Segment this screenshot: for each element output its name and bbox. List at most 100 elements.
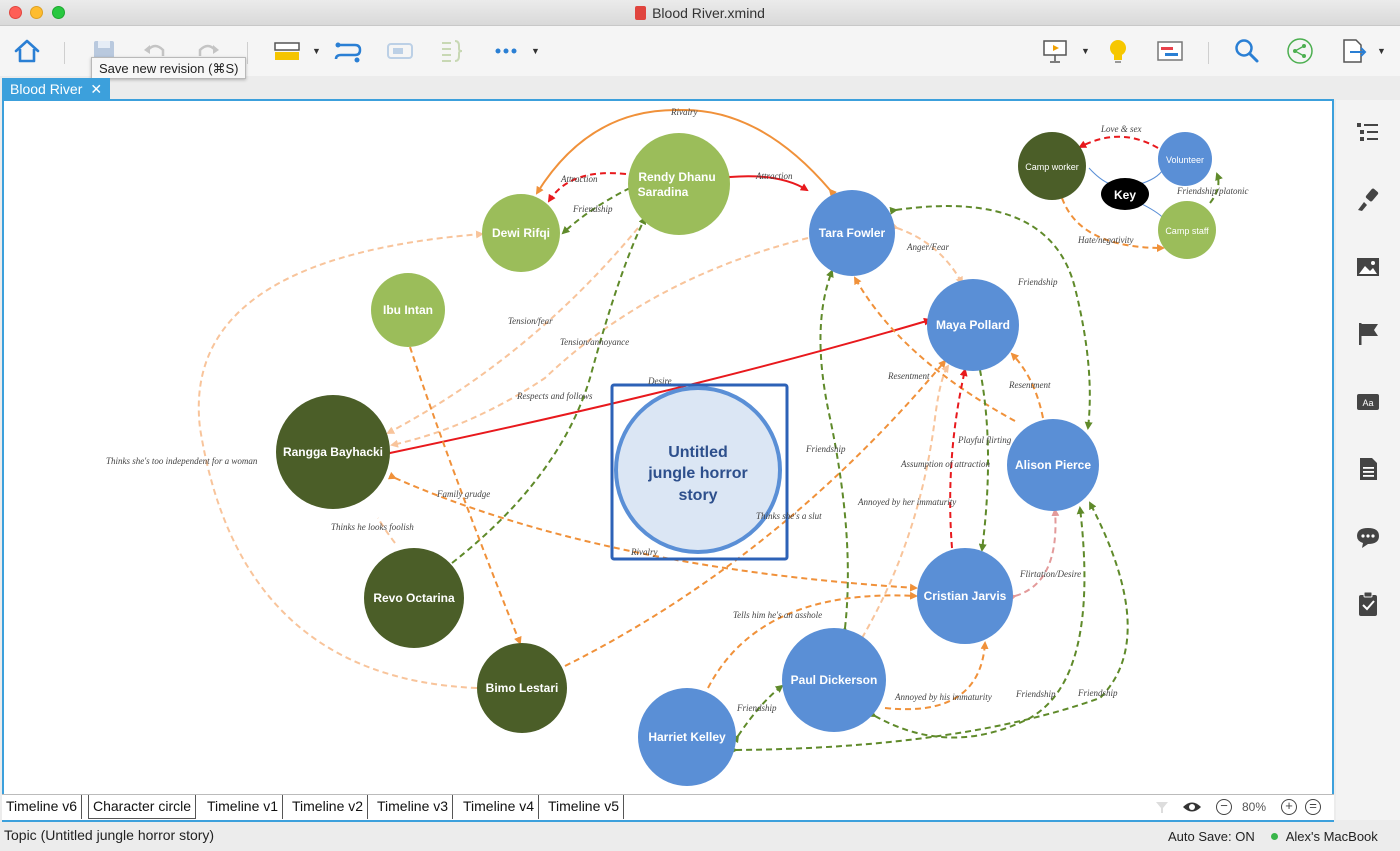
relationship-label: Thinks she's a slut xyxy=(756,511,822,521)
chevron-down-icon[interactable]: ▼ xyxy=(1081,46,1090,56)
character-node-maya[interactable]: Maya Pollard xyxy=(927,279,1019,371)
insert-topic-icon[interactable] xyxy=(272,36,302,66)
fit-map-icon[interactable]: = xyxy=(1305,799,1321,815)
central-topic-line1: Untitled xyxy=(668,444,728,461)
character-node-rendy[interactable]: Rendy Dhanu Saradina xyxy=(628,133,730,235)
character-node-bimo[interactable]: Bimo Lestari xyxy=(477,643,567,733)
window-title: Blood River.xmind xyxy=(0,5,1400,21)
relationship-label: Tension/fear xyxy=(508,316,553,326)
character-node-tara[interactable]: Tara Fowler xyxy=(809,190,895,276)
device-name: Alex's MacBook xyxy=(1285,829,1378,844)
relationship-label: Friendship xyxy=(1017,277,1058,287)
character-node-alison[interactable]: Alison Pierce xyxy=(1007,419,1099,511)
key-label: Camp worker xyxy=(1025,162,1079,172)
node-label: Rangga Bayhacki xyxy=(283,445,383,459)
zoom-in-icon[interactable]: + xyxy=(1281,799,1297,815)
gantt-icon[interactable] xyxy=(1155,36,1185,66)
mindmap-canvas[interactable]: Untitled jungle horror story Rendy Dhanu… xyxy=(2,99,1334,822)
chevron-down-icon[interactable]: ▼ xyxy=(531,46,540,56)
character-node-paul[interactable]: Paul Dickerson xyxy=(782,628,886,732)
boundary-icon[interactable] xyxy=(385,36,415,66)
eye-icon[interactable] xyxy=(1182,799,1202,815)
character-node-dewi[interactable]: Dewi Rifqi xyxy=(482,194,560,272)
relationship-label: Thinks he looks foolish xyxy=(331,522,414,532)
svg-text:Aa: Aa xyxy=(1362,398,1373,408)
relationship-label: Rivalry xyxy=(670,107,698,117)
image-icon[interactable] xyxy=(1354,253,1382,281)
character-node-ibu[interactable]: Ibu Intan xyxy=(371,273,445,347)
relationship-label: Family grudge xyxy=(436,489,490,499)
sheet-tab[interactable]: Timeline v4 xyxy=(459,795,540,819)
relationship-label: Flirtation/Desire xyxy=(1019,569,1081,579)
marker-flag-icon[interactable] xyxy=(1354,320,1382,348)
key-label: Volunteer xyxy=(1166,155,1204,165)
export-icon[interactable] xyxy=(1338,36,1368,66)
format-brush-icon[interactable] xyxy=(1354,186,1382,214)
character-node-rangga[interactable]: Rangga Bayhacki xyxy=(276,395,390,509)
home-icon[interactable] xyxy=(12,36,42,66)
save-tooltip: Save new revision (⌘S) xyxy=(91,57,247,79)
notes-icon[interactable] xyxy=(1354,455,1382,483)
relationship-label: Tension/annoyance xyxy=(560,337,629,347)
document-tab[interactable]: Blood River ✕ xyxy=(2,78,111,100)
flirtation-line[interactable] xyxy=(1008,508,1060,602)
lightbulb-icon[interactable] xyxy=(1103,36,1133,66)
node-label: Revo Octarina xyxy=(373,591,455,605)
chevron-down-icon[interactable]: ▼ xyxy=(1377,46,1386,56)
node-label: Alison Pierce xyxy=(1015,458,1091,472)
selected-topic-status: Topic (Untitled jungle horror story) xyxy=(4,827,215,843)
sheet-tab[interactable]: Timeline v6 xyxy=(2,795,83,819)
relationship-icon[interactable] xyxy=(333,36,363,66)
close-tab-icon[interactable]: ✕ xyxy=(90,81,102,97)
comments-icon[interactable] xyxy=(1354,523,1382,551)
sheet-tab[interactable]: Timeline v1 xyxy=(203,795,284,819)
relationship-label: Friendship xyxy=(1077,688,1118,698)
relationship-label: Assumption of attraction xyxy=(900,459,991,469)
sheet-tab[interactable]: Timeline v2 xyxy=(288,795,369,819)
share-icon[interactable] xyxy=(1285,36,1315,66)
relationship-label: Annoyed by her immaturity xyxy=(857,497,956,507)
sheet-tab[interactable]: Timeline v3 xyxy=(373,795,454,819)
outline-icon[interactable] xyxy=(1354,118,1382,146)
status-bar: Topic (Untitled jungle horror story) Aut… xyxy=(0,822,1400,851)
task-icon[interactable] xyxy=(1354,590,1382,618)
status-right: Auto Save: ON Alex's MacBook xyxy=(1168,829,1378,844)
relationship-label: Respects and follows xyxy=(516,391,593,401)
legend-key: Camp worker Volunteer Camp staff Key Lov… xyxy=(1018,124,1249,259)
key-label: Camp staff xyxy=(1165,226,1209,236)
summary-icon[interactable] xyxy=(437,36,467,66)
central-topic[interactable]: Untitled jungle horror story xyxy=(610,383,789,561)
relationship-label: Friendship xyxy=(1015,689,1056,699)
presentation-icon[interactable] xyxy=(1040,36,1070,66)
chevron-down-icon[interactable]: ▼ xyxy=(312,46,321,56)
central-topic-line2: jungle horror xyxy=(647,465,748,482)
right-sidebar: Aa xyxy=(1336,100,1400,820)
node-label: Tara Fowler xyxy=(819,226,886,240)
sticker-icon[interactable]: Aa xyxy=(1354,388,1382,416)
character-node-cristian[interactable]: Cristian Jarvis xyxy=(917,548,1013,644)
node-label: Bimo Lestari xyxy=(486,681,559,695)
key-hate-label: Hate/negativity xyxy=(1077,235,1133,245)
node-label: Paul Dickerson xyxy=(791,673,878,687)
character-node-revo[interactable]: Revo Octarina xyxy=(364,548,464,648)
node-label: Cristian Jarvis xyxy=(924,589,1007,603)
search-icon[interactable] xyxy=(1232,36,1262,66)
autosave-status: Auto Save: ON xyxy=(1168,829,1255,844)
node-label: Rendy Dhanu xyxy=(638,170,715,184)
sheet-tab-active[interactable]: Character circle xyxy=(88,795,197,819)
key-love-line xyxy=(1078,135,1159,149)
node-label: Dewi Rifqi xyxy=(492,226,550,240)
sheet-tab[interactable]: Timeline v5 xyxy=(544,795,625,819)
anger-fear-line[interactable] xyxy=(890,222,963,285)
zoom-level: 80% xyxy=(1242,800,1267,814)
filter-icon[interactable] xyxy=(1154,799,1170,815)
toolbar-separator xyxy=(1208,42,1209,64)
character-node-harriet[interactable]: Harriet Kelley xyxy=(638,688,736,786)
zoom-out-icon[interactable]: − xyxy=(1216,799,1232,815)
relationship-label: Thinks she's too independent for a woman xyxy=(106,456,258,466)
node-label: Maya Pollard xyxy=(936,318,1010,332)
relationship-label: Friendship xyxy=(736,703,777,713)
xmind-file-icon xyxy=(635,6,647,20)
sheet-tabs: Timeline v6 Character circle Timeline v1… xyxy=(2,794,1334,820)
more-icon[interactable] xyxy=(491,36,521,66)
